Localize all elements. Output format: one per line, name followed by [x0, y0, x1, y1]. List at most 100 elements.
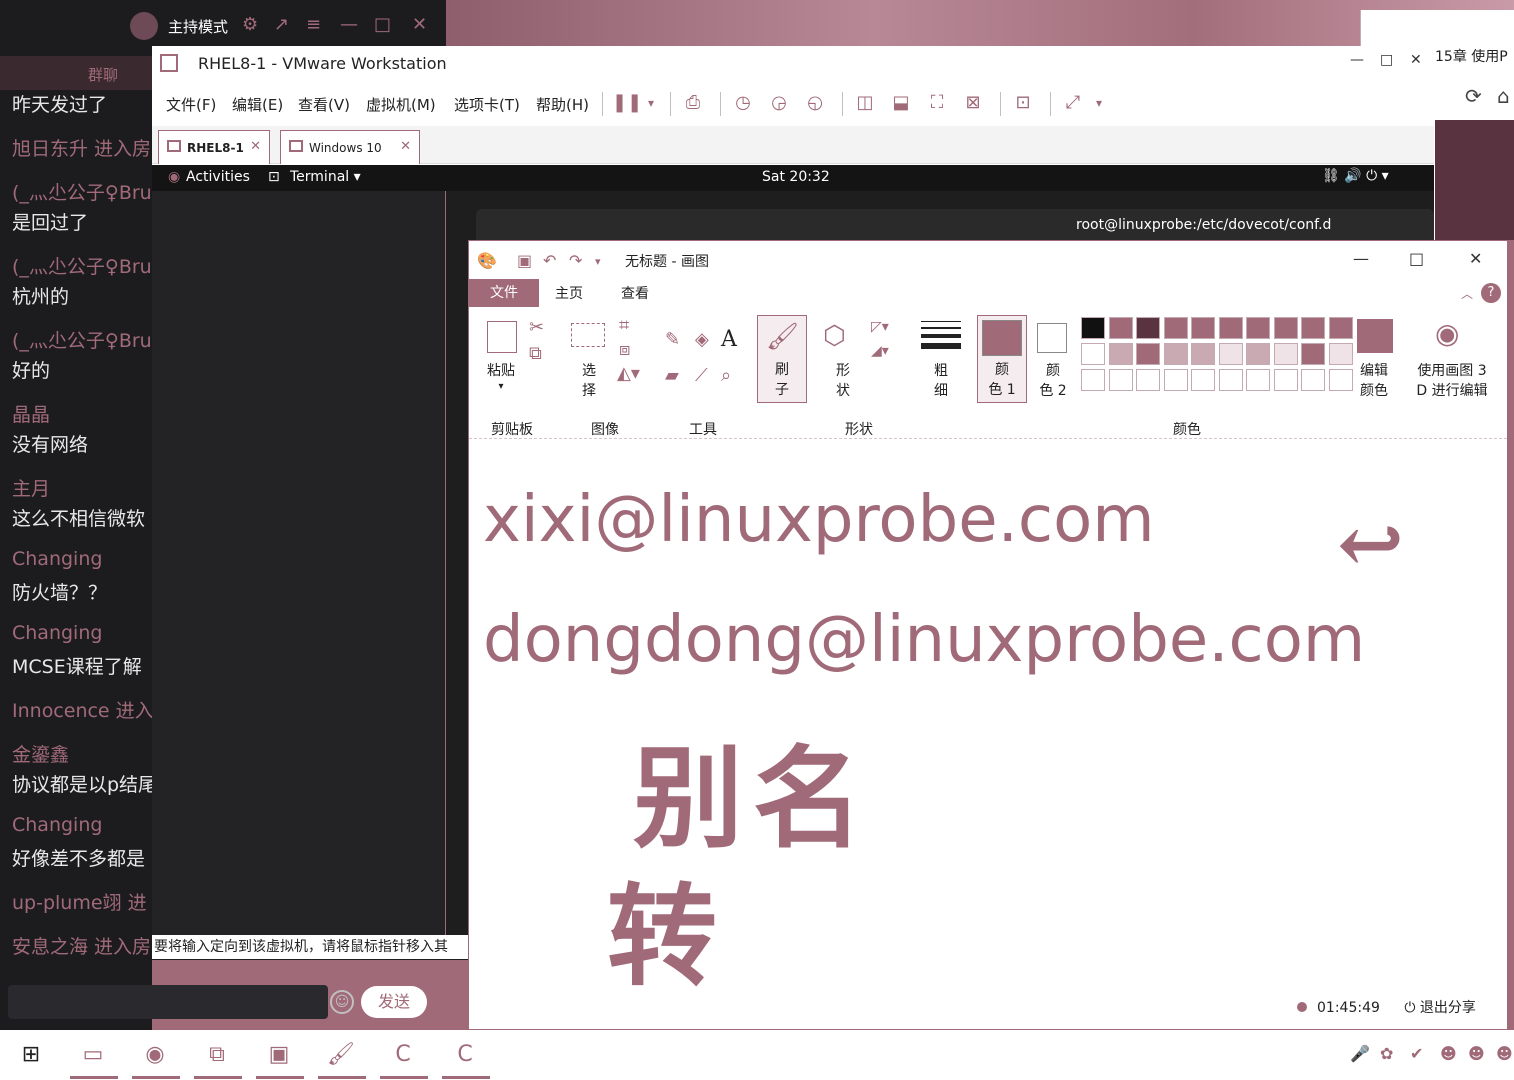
settings-icon[interactable]: ⚙ [242, 14, 258, 35]
cut-icon[interactable]: ✂ [529, 317, 544, 338]
windows-start-icon[interactable]: ⊞ [16, 1040, 46, 1070]
crop-icon[interactable]: ⌗ [619, 315, 629, 336]
emoji-icon[interactable]: ☺ [330, 990, 354, 1014]
close-icon[interactable]: ✕ [1410, 52, 1422, 68]
help-icon[interactable]: ? [1481, 283, 1501, 303]
shapes-button[interactable]: 形 状 [823, 361, 863, 401]
color-swatch[interactable] [1191, 369, 1215, 391]
maximize-icon[interactable]: □ [1380, 52, 1393, 68]
paste-button[interactable]: 粘贴 [481, 361, 521, 381]
unity-icon[interactable]: ⊠ [960, 90, 986, 116]
color2-swatch[interactable] [1037, 323, 1067, 353]
size-lines-icon[interactable] [921, 321, 961, 351]
close-icon[interactable]: ✕ [1469, 249, 1482, 268]
fill-shape-icon[interactable]: ◢▾ [871, 343, 889, 359]
console-icon[interactable]: ⊡ [1010, 90, 1036, 116]
clock[interactable]: Sat 20:32 [762, 169, 830, 185]
tab-file[interactable]: 文件 [469, 279, 539, 307]
outline-icon[interactable]: ◸▾ [871, 319, 889, 335]
chevron-down-icon[interactable]: ▾ [638, 90, 664, 116]
reload-icon[interactable]: ⟳ [1465, 84, 1482, 108]
revert-snapshot-icon[interactable]: ◶ [766, 90, 792, 116]
browser-icon[interactable]: ◉ [140, 1040, 170, 1070]
color-swatch[interactable] [1246, 343, 1270, 365]
minimize-icon[interactable]: — [1350, 52, 1364, 68]
browser-tab-title[interactable]: 15章 使用P [1435, 46, 1508, 66]
snapshot-icon[interactable]: ◷ [730, 90, 756, 116]
menu-tabs[interactable]: 选项卡(T) [454, 94, 520, 115]
copy-icon[interactable]: ⧉ [529, 343, 542, 364]
stretch-icon[interactable]: ⤢ [1060, 90, 1086, 116]
tab-windows10[interactable]: Windows 10 ✕ [280, 130, 420, 164]
tab-view[interactable]: 查看 [621, 283, 649, 303]
text-icon[interactable]: A [721, 327, 737, 352]
fullscreen-icon[interactable]: ⛶ [924, 90, 950, 116]
menu-vm[interactable]: 虚拟机(M) [366, 94, 436, 115]
color-swatch[interactable] [1108, 369, 1133, 391]
activities-button[interactable]: Activities [186, 169, 250, 185]
color-swatch[interactable] [1218, 317, 1243, 339]
maximize-icon[interactable]: □ [374, 14, 391, 35]
select-icon[interactable] [571, 323, 605, 347]
color-swatch[interactable] [1301, 343, 1325, 365]
vmware-taskbar-icon[interactable]: ⧉ [202, 1040, 232, 1070]
popout-icon[interactable]: ↗ [274, 14, 289, 35]
system-status-icons[interactable]: ⛓ 🔊 ⏻ ▾ [1322, 168, 1389, 184]
color-swatch[interactable] [1136, 343, 1160, 365]
rotate-icon[interactable]: ◭▾ [617, 363, 640, 384]
file-explorer-icon[interactable]: ▭ [78, 1040, 108, 1070]
menu-edit[interactable]: 编辑(E) [232, 94, 283, 115]
close-icon[interactable]: ✕ [250, 139, 261, 154]
color-swatch[interactable] [1273, 369, 1298, 391]
color-swatch[interactable] [1301, 369, 1325, 391]
terminal-menu[interactable]: Terminal ▾ [290, 169, 361, 185]
brushes-button[interactable]: 🖌 刷 子 [757, 315, 807, 403]
home-icon[interactable]: ⌂ [1497, 84, 1510, 108]
color-swatch[interactable] [1328, 317, 1353, 339]
color-swatch[interactable] [1163, 317, 1188, 339]
color-swatch[interactable] [1273, 317, 1298, 339]
color-swatch[interactable] [1163, 369, 1188, 391]
snapshot-manager-icon[interactable]: ◵ [802, 90, 828, 116]
size-button[interactable]: 粗 细 [919, 361, 963, 401]
maximize-icon[interactable]: □ [1409, 249, 1424, 268]
color-swatch[interactable] [1246, 317, 1270, 339]
color1-button[interactable]: 颜 色 1 [977, 315, 1027, 403]
chevron-down-icon[interactable]: ▾ [1086, 90, 1112, 116]
menu-icon[interactable]: ≡ [306, 14, 321, 35]
menu-help[interactable]: 帮助(H) [536, 94, 589, 115]
paint3d-button[interactable]: 使用画图 3 D 进行编辑 [1407, 361, 1497, 401]
color-swatch[interactable] [1136, 317, 1160, 339]
color-swatch[interactable] [1191, 317, 1215, 339]
close-icon[interactable]: ✕ [400, 139, 411, 154]
qq-icon[interactable]: ☻ [1440, 1044, 1457, 1063]
tab-rhel8[interactable]: RHEL8-1 ✕ [158, 130, 270, 164]
exit-share-button[interactable]: ⏻ 退出分享 [1404, 1000, 1476, 1016]
fill-icon[interactable]: ◈ [695, 329, 709, 350]
color-swatch[interactable] [1108, 343, 1133, 365]
shapes-icon[interactable]: ⬡ [823, 321, 846, 351]
undo-icon[interactable]: ↶ [543, 251, 556, 270]
color-swatch[interactable] [1163, 343, 1188, 365]
avatar[interactable] [130, 12, 158, 40]
color-swatch[interactable] [1301, 317, 1325, 339]
color-swatch[interactable] [1218, 343, 1243, 365]
color-picker-icon[interactable]: ⟋ [695, 365, 708, 386]
color-swatch[interactable] [1081, 317, 1105, 339]
app-c2-icon[interactable]: C [450, 1040, 480, 1070]
library-icon[interactable]: ◫ [852, 90, 878, 116]
qq-icon[interactable]: ☻ [1496, 1044, 1513, 1063]
select-button[interactable]: 选 择 [569, 361, 609, 401]
eraser-icon[interactable]: ▰ [665, 365, 679, 386]
menu-view[interactable]: 查看(V) [298, 94, 350, 115]
chevron-down-icon[interactable]: ▾ [481, 381, 521, 392]
color-swatch[interactable] [1081, 369, 1105, 391]
color-swatch[interactable] [1218, 369, 1243, 391]
color-swatch[interactable] [1273, 343, 1298, 365]
color-swatch[interactable] [1191, 343, 1215, 365]
microphone-icon[interactable]: 🎤 [1350, 1044, 1370, 1063]
edit-colors-button[interactable]: 编辑 颜色 [1349, 361, 1399, 401]
tray-app-icon[interactable]: ✿ [1380, 1044, 1393, 1063]
qq-icon[interactable]: ☻ [1468, 1044, 1485, 1063]
send-button[interactable]: 发送 [361, 986, 427, 1018]
